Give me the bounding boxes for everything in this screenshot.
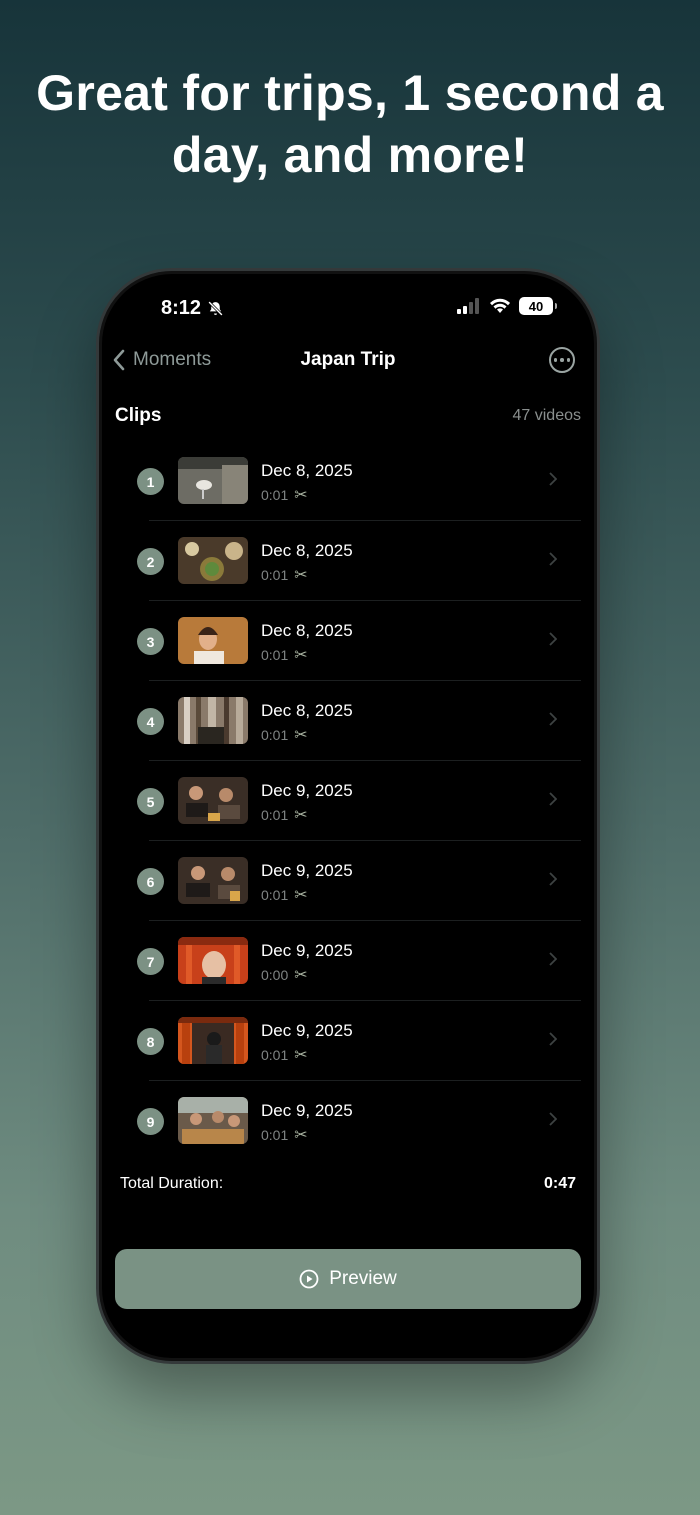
clip-number-badge: 9 xyxy=(137,1108,164,1135)
scissors-icon[interactable]: ✂ xyxy=(294,725,307,745)
status-time-text: 8:12 xyxy=(161,297,202,319)
clip-date: Dec 9, 2025 xyxy=(261,861,353,880)
clip-number-badge: 1 xyxy=(137,468,164,495)
clip-duration: 0:01 xyxy=(261,1127,289,1143)
clip-number-badge: 2 xyxy=(137,548,164,575)
scissors-icon[interactable]: ✂ xyxy=(294,485,307,505)
clip-number-badge: 5 xyxy=(137,788,164,815)
chevron-right-icon xyxy=(549,552,557,566)
scissors-icon[interactable]: ✂ xyxy=(294,805,307,825)
status-icons: 40 xyxy=(457,297,557,315)
chevron-right-icon xyxy=(549,792,557,806)
clip-thumbnail xyxy=(178,1017,248,1064)
more-options-button[interactable] xyxy=(549,347,575,373)
chevron-right-icon xyxy=(549,872,557,886)
clip-row[interactable]: 6 Dec 9, 2025 0:01 ✂ xyxy=(99,841,597,921)
clip-meta: 0:01 ✂ xyxy=(261,565,308,585)
chevron-right-icon xyxy=(549,1032,557,1046)
clip-date: Dec 9, 2025 xyxy=(261,1101,353,1120)
clip-number-badge: 6 xyxy=(137,868,164,895)
clip-duration: 0:01 xyxy=(261,567,289,583)
back-button[interactable]: Moments xyxy=(113,349,211,371)
clip-thumbnail xyxy=(178,937,248,984)
clip-date: Dec 8, 2025 xyxy=(261,621,353,640)
clip-duration: 0:01 xyxy=(261,1047,289,1063)
clips-count: 47 videos xyxy=(512,407,582,424)
clip-date: Dec 9, 2025 xyxy=(261,781,353,800)
clip-thumbnail xyxy=(178,697,248,744)
clip-thumbnail xyxy=(178,857,248,904)
signal-icon xyxy=(457,298,479,314)
clip-meta: 0:01 ✂ xyxy=(261,805,308,825)
clip-number-badge: 3 xyxy=(137,628,164,655)
clip-duration: 0:01 xyxy=(261,887,289,903)
clip-row[interactable]: 5 Dec 9, 2025 0:01 ✂ xyxy=(99,761,597,841)
scissors-icon[interactable]: ✂ xyxy=(294,965,307,985)
clip-meta: 0:01 ✂ xyxy=(261,885,308,905)
chevron-right-icon xyxy=(549,472,557,486)
clip-duration: 0:01 xyxy=(261,807,289,823)
clip-thumbnail xyxy=(178,617,248,664)
chevron-right-icon xyxy=(549,1112,557,1126)
clip-meta: 0:01 ✂ xyxy=(261,485,308,505)
clip-duration: 0:01 xyxy=(261,487,289,503)
ellipsis-dot xyxy=(560,358,564,362)
chevron-right-icon xyxy=(549,712,557,726)
clip-meta: 0:01 ✂ xyxy=(261,1045,308,1065)
clip-meta: 0:01 ✂ xyxy=(261,645,308,665)
phone-frame: 8:12 40 Moments Japan Trip Clips 47 vide… xyxy=(96,268,600,1364)
play-circle-icon xyxy=(299,1269,319,1289)
scissors-icon[interactable]: ✂ xyxy=(294,885,307,905)
clip-thumbnail xyxy=(178,457,248,504)
clip-row[interactable]: 4 Dec 8, 2025 0:01 ✂ xyxy=(99,681,597,761)
clip-list: 1 Dec 8, 2025 0:01 ✂ 2 Dec 8, 2025 0:01 … xyxy=(99,441,597,1161)
headline: Great for trips, 1 second a day, and mor… xyxy=(36,65,664,183)
clip-number-badge: 7 xyxy=(137,948,164,975)
scissors-icon[interactable]: ✂ xyxy=(294,1045,307,1065)
clip-row[interactable]: 2 Dec 8, 2025 0:01 ✂ xyxy=(99,521,597,601)
chevron-left-icon xyxy=(113,349,125,371)
clip-row[interactable]: 9 Dec 9, 2025 0:01 ✂ xyxy=(99,1081,597,1161)
clip-duration: 0:01 xyxy=(261,647,289,663)
clip-date: Dec 8, 2025 xyxy=(261,461,353,480)
scissors-icon[interactable]: ✂ xyxy=(294,645,307,665)
clip-thumbnail xyxy=(178,537,248,584)
clip-meta: 0:00 ✂ xyxy=(261,965,308,985)
clips-heading: Clips xyxy=(115,405,162,426)
clip-number-badge: 4 xyxy=(137,708,164,735)
clip-row[interactable]: 1 Dec 8, 2025 0:01 ✂ xyxy=(99,441,597,521)
total-duration-value: 0:47 xyxy=(543,1175,576,1192)
clip-duration: 0:01 xyxy=(261,727,289,743)
clip-date: Dec 9, 2025 xyxy=(261,941,353,960)
back-label: Moments xyxy=(133,349,212,370)
clip-thumbnail xyxy=(178,1097,248,1144)
clip-thumbnail xyxy=(178,777,248,824)
battery-level: 40 xyxy=(528,298,544,314)
ellipsis-circle-icon xyxy=(553,358,558,362)
clip-number-badge: 8 xyxy=(137,1028,164,1055)
battery-icon: 40 xyxy=(519,297,557,315)
clip-row[interactable]: 8 Dec 9, 2025 0:01 ✂ xyxy=(99,1001,597,1081)
clip-row[interactable]: 7 Dec 9, 2025 0:00 ✂ xyxy=(99,921,597,1001)
clip-row[interactable]: 3 Dec 8, 2025 0:01 ✂ xyxy=(99,601,597,681)
clip-meta: 0:01 ✂ xyxy=(261,725,308,745)
chevron-right-icon xyxy=(549,952,557,966)
total-duration-label: Total Duration: xyxy=(120,1175,224,1192)
clip-date: Dec 8, 2025 xyxy=(261,541,353,560)
clip-date: Dec 9, 2025 xyxy=(261,1021,353,1040)
preview-label: Preview xyxy=(329,1268,397,1289)
app-screen: 8:12 40 Moments Japan Trip Clips 47 vide… xyxy=(99,271,597,1361)
clip-duration: 0:00 xyxy=(261,967,289,983)
status-time: 8:12 xyxy=(161,297,224,320)
bell-slash-icon xyxy=(208,301,223,316)
scissors-icon[interactable]: ✂ xyxy=(294,1125,307,1145)
clip-meta: 0:01 ✂ xyxy=(261,1125,308,1145)
chevron-right-icon xyxy=(549,632,557,646)
wifi-icon xyxy=(490,298,510,313)
ellipsis-dot xyxy=(566,358,571,362)
preview-button[interactable]: Preview xyxy=(115,1249,581,1309)
scissors-icon[interactable]: ✂ xyxy=(294,565,307,585)
clip-date: Dec 8, 2025 xyxy=(261,701,353,720)
